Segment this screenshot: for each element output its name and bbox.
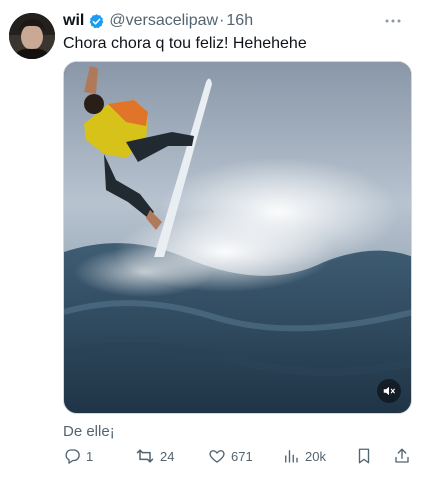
tweet-header: wil @versacelipaw · 16h bbox=[63, 11, 413, 31]
views-count: 20k bbox=[305, 448, 326, 464]
heart-icon bbox=[208, 447, 226, 465]
retweet-icon bbox=[135, 446, 155, 466]
reply-button[interactable]: 1 bbox=[63, 445, 93, 467]
more-options-icon[interactable] bbox=[383, 11, 403, 31]
media-caption: De elle¡ bbox=[63, 423, 115, 440]
like-count: 671 bbox=[231, 448, 253, 464]
views-button[interactable]: 20k bbox=[282, 445, 326, 467]
separator-dot: · bbox=[219, 12, 225, 29]
tweet-text: Chora chora q tou feliz! Hehehehe bbox=[63, 35, 307, 52]
video-player[interactable] bbox=[63, 61, 412, 414]
timestamp[interactable]: 16h bbox=[226, 12, 253, 30]
reply-count: 1 bbox=[86, 448, 94, 464]
avatar[interactable] bbox=[9, 13, 55, 59]
action-bar: 1 24 671 20k bbox=[63, 445, 415, 467]
bookmark-icon bbox=[355, 447, 373, 465]
views-chart-icon bbox=[282, 447, 300, 465]
tweet-card[interactable]: wil @versacelipaw · 16h Chora chora q to… bbox=[0, 0, 421, 477]
share-icon bbox=[393, 447, 411, 465]
retweet-button[interactable]: 24 bbox=[135, 445, 174, 467]
reply-icon bbox=[63, 447, 81, 465]
volume-muted-icon[interactable] bbox=[377, 379, 401, 403]
handle[interactable]: @versacelipaw bbox=[109, 12, 218, 30]
retweet-count: 24 bbox=[160, 448, 175, 464]
display-name[interactable]: wil bbox=[63, 12, 84, 30]
bookmark-button[interactable] bbox=[355, 445, 373, 467]
verified-badge-icon bbox=[88, 13, 105, 30]
like-button[interactable]: 671 bbox=[208, 445, 253, 467]
share-button[interactable] bbox=[393, 445, 411, 467]
